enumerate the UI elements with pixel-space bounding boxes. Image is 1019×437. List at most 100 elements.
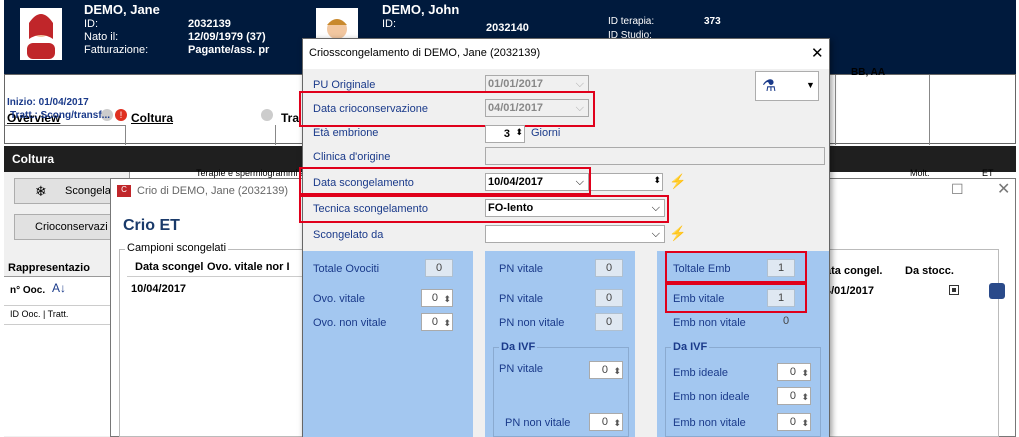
embryo-age-label: Età embrione bbox=[313, 127, 379, 139]
stock-col[interactable]: Da stocc. bbox=[905, 265, 954, 277]
embryo-nonideal-stepper[interactable]: 0 bbox=[777, 387, 811, 405]
oocyte-total-label: Totale Ovociti bbox=[313, 263, 380, 275]
clinic-label: Clinica d'origine bbox=[313, 151, 391, 163]
patient-id: 2032139 bbox=[188, 18, 231, 30]
oocyte-vital-label: Ovo. vitale bbox=[313, 293, 365, 305]
pn-vital-label-2: PN vitale bbox=[499, 293, 544, 305]
crio-heading: Crio ET bbox=[123, 217, 180, 234]
pn-nonvital-value: 0 bbox=[595, 313, 623, 331]
action-icon[interactable] bbox=[989, 283, 1005, 299]
thaw-button-label: Scongelar bbox=[65, 185, 115, 197]
oocyte-vital-stepper[interactable]: 0 bbox=[421, 289, 453, 307]
patient-name: DEMO, Jane bbox=[84, 2, 160, 17]
pu-label: PU Originale bbox=[313, 79, 376, 91]
close-icon[interactable]: ✕ bbox=[997, 179, 1010, 199]
dialog-title: Criosscongelamento di DEMO, Jane (203213… bbox=[309, 47, 541, 59]
spin-icon[interactable]: ⬍ bbox=[653, 175, 661, 186]
cryothaw-dialog: Criosscongelamento di DEMO, Jane (203213… bbox=[299, 38, 830, 437]
freeze-date-value: 4/01/2017 bbox=[825, 285, 874, 297]
dropdown-arrow-icon: ▼ bbox=[806, 80, 815, 90]
start-date: Inizio: 01/04/2017 bbox=[7, 97, 89, 108]
pn-vital-value: 0 bbox=[595, 259, 623, 277]
thaw-row-date: 10/04/2017 bbox=[131, 283, 187, 295]
highlight-embryo-vital bbox=[665, 283, 807, 313]
partner-id-label: ID: bbox=[382, 18, 397, 30]
embryo-nonideal-label: Emb non ideale bbox=[673, 391, 750, 403]
oocyte-nonvital-stepper[interactable]: 0 bbox=[421, 313, 453, 331]
embryo-nonvital-label: Emb non vitale bbox=[673, 317, 746, 329]
embryo-nonvital-value: 0 bbox=[773, 313, 799, 331]
dialog-titlebar: Criosscongelamento di DEMO, Jane (203213… bbox=[303, 39, 829, 69]
embryo-ivf-label: Da IVF bbox=[671, 341, 710, 353]
dialog-close-icon[interactable]: ✕ bbox=[811, 44, 824, 62]
ivf-pn-vital-label: PN vitale bbox=[499, 363, 544, 375]
representation-label: Rappresentazio bbox=[8, 262, 90, 274]
embryo-ideal-stepper[interactable]: 0 bbox=[777, 363, 811, 381]
egg-vital-col[interactable]: Ovo. vitale nor I bbox=[207, 261, 290, 273]
egg-count-header: n° Ooc. bbox=[10, 285, 46, 296]
embryo-ivf-nonvital-label: Emb non vitale bbox=[673, 417, 746, 429]
thaw-time-field[interactable]: ⬍ bbox=[589, 173, 663, 191]
highlight-technique bbox=[299, 195, 669, 223]
embryo-age-stepper[interactable]: 3 ⬍ bbox=[485, 125, 525, 143]
thawed-samples-label: Campioni scongelati bbox=[125, 242, 229, 254]
mult-label: Molt. bbox=[910, 168, 930, 178]
billing-value: Pagante/ass. pr bbox=[188, 44, 270, 56]
highlight-cryo-date bbox=[299, 91, 595, 127]
embryo-panel: Toltale Emb 1 Emb vitale 1 Emb non vital… bbox=[657, 251, 829, 437]
highlight-thaw-date bbox=[299, 167, 591, 195]
cryo-button-label: Crioconservazi bbox=[35, 221, 108, 233]
tab-coltura[interactable]: Coltura bbox=[131, 111, 173, 125]
embryo-ideal-label: Emb ideale bbox=[673, 367, 729, 379]
ivf-label: Da IVF bbox=[499, 341, 538, 353]
partner-name: DEMO, John bbox=[382, 2, 460, 17]
thaw-date-col[interactable]: Data scongel bbox=[135, 261, 203, 273]
born-label: Nato il: bbox=[84, 31, 119, 43]
embryo-ivf-nonvital-stepper[interactable]: 0 bbox=[777, 413, 811, 431]
therapy-id-label: ID terapia: bbox=[608, 16, 655, 27]
egg-id-header: ID Ooc. | Tratt. bbox=[10, 309, 69, 319]
pn-panel: PN vitale 0 PN vitale 0 PN non vitale 0 … bbox=[485, 251, 635, 437]
partner-id: 2032140 bbox=[486, 22, 529, 34]
et-label: ET bbox=[982, 168, 994, 178]
oocyte-panel: Totale Ovociti 0 Ovo. vitale 0 Ovo. non … bbox=[303, 251, 473, 437]
maximize-icon[interactable]: ☐ bbox=[951, 181, 964, 198]
tab-tra[interactable]: Tra bbox=[281, 111, 299, 125]
birth-date: 12/09/1979 (37) bbox=[188, 31, 266, 43]
clinic-field[interactable] bbox=[485, 147, 825, 165]
embryo-age-unit: Giorni bbox=[531, 127, 561, 139]
thaw-row[interactable]: 10/04/2017 bbox=[131, 283, 186, 295]
embryo-age-value: 3 bbox=[503, 128, 510, 140]
ivf-pn-vital-stepper[interactable]: 0 bbox=[589, 361, 623, 379]
pn-vital-value-2: 0 bbox=[595, 289, 623, 307]
therapy-id: 373 bbox=[704, 16, 721, 27]
thawed-by-label: Scongelato da bbox=[313, 229, 384, 241]
crio-window-title: Crio di DEMO, Jane (2032139) bbox=[137, 185, 289, 197]
spin-icon[interactable]: ⬍ bbox=[515, 127, 523, 138]
app-icon: C bbox=[117, 185, 131, 197]
billing-label: Fatturazione: bbox=[84, 44, 149, 56]
right-code: BB, AA bbox=[851, 67, 886, 78]
people-lab-icon: ⚗ bbox=[762, 78, 777, 95]
thaw-icon: ❄ bbox=[35, 183, 47, 199]
status-grey-icon bbox=[261, 109, 273, 121]
chevron-down-icon: ⌵ bbox=[575, 78, 584, 90]
pn-vital-label: PN vitale bbox=[499, 263, 544, 275]
coltura-title: Coltura bbox=[12, 152, 54, 166]
chevron-down-icon: ⌵ bbox=[651, 228, 660, 240]
patient-avatar-female bbox=[20, 8, 62, 60]
pn-nonvital-label: PN non vitale bbox=[499, 317, 565, 329]
ivf-pn-nonvital-label: PN non vitale bbox=[505, 417, 571, 429]
tools-menu-button[interactable]: ⚗ ▼ bbox=[755, 71, 819, 101]
oocyte-nonvital-label: Ovo. non vitale bbox=[313, 317, 387, 329]
stock-checkbox[interactable] bbox=[949, 285, 959, 295]
oocyte-total-value: 0 bbox=[425, 259, 453, 277]
ivf-pn-nonvital-stepper[interactable]: 0 bbox=[589, 413, 623, 431]
lightning-icon[interactable]: ⚡ bbox=[669, 225, 686, 242]
id-label: ID: bbox=[84, 18, 99, 30]
thawed-by-select[interactable]: ⌵ bbox=[485, 225, 665, 243]
sort-icon[interactable]: A↓ bbox=[52, 281, 66, 295]
lightning-icon[interactable]: ⚡ bbox=[669, 173, 686, 190]
treatment-text: Tratt.: Scong/transf... bbox=[10, 110, 111, 121]
freeze-date-col[interactable]: ata congel. bbox=[825, 265, 882, 277]
